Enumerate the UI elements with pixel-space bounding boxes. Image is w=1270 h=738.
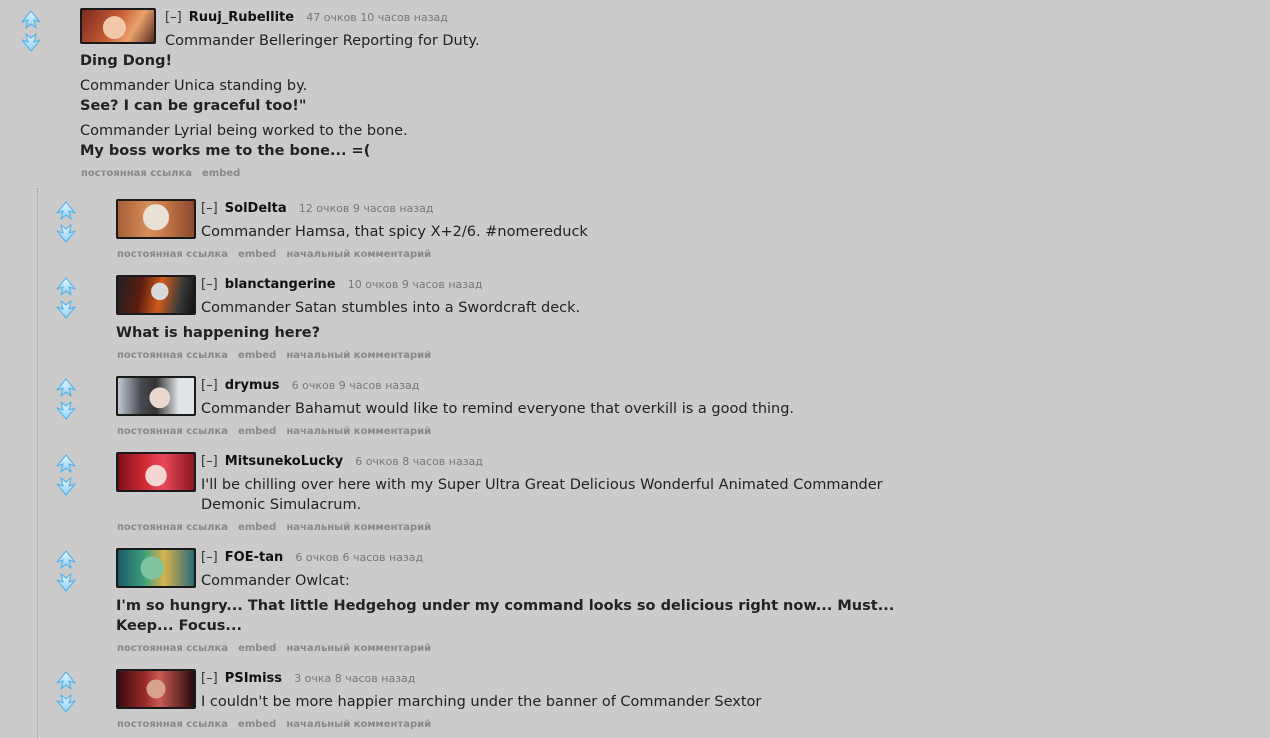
downvote-arrow-icon[interactable] (55, 476, 77, 496)
collapse-toggle[interactable]: [–] (165, 10, 182, 25)
avatar[interactable] (116, 452, 196, 492)
comment-text: What is happening here? (116, 325, 321, 341)
permalink-button[interactable]: постоянная ссылка (117, 719, 228, 730)
comment-text: Ding Dong! (80, 53, 173, 69)
author-link[interactable]: FOE-tan (225, 550, 283, 565)
parent-button[interactable]: начальный комментарий (286, 522, 431, 533)
comment-text: Commander Belleringer Reporting for Duty… (165, 33, 480, 49)
upvote-arrow-icon[interactable] (20, 10, 42, 30)
comment-text: I couldn't be more happier marching unde… (201, 694, 762, 710)
comment-text: My boss works me to the bone... =( (80, 143, 371, 159)
permalink-button[interactable]: постоянная ссылка (117, 426, 228, 437)
embed-button[interactable]: embed (238, 426, 276, 437)
comment-meta: 47 очков 10 часов назад (306, 11, 448, 24)
author-link[interactable]: PSImiss (225, 671, 282, 686)
collapse-toggle[interactable]: [–] (201, 454, 218, 469)
permalink-button[interactable]: постоянная ссылка (117, 249, 228, 260)
comment-text: Commander Lyrial being worked to the bon… (80, 123, 408, 139)
collapse-toggle[interactable]: [–] (201, 201, 218, 216)
collapse-toggle[interactable]: [–] (201, 378, 218, 393)
comment-text: I'll be chilling over here with my Super… (201, 477, 883, 513)
collapse-toggle[interactable]: [–] (201, 277, 218, 292)
comment-meta: 12 очков 9 часов назад (298, 202, 434, 215)
permalink-button[interactable]: постоянная ссылка (117, 350, 228, 361)
embed-button[interactable]: embed (238, 249, 276, 260)
embed-button[interactable]: embed (238, 522, 276, 533)
upvote-arrow-icon[interactable] (55, 378, 77, 398)
author-link[interactable]: blanctangerine (225, 277, 336, 292)
comment-meta: 6 очков 8 часов назад (355, 455, 483, 468)
downvote-arrow-icon[interactable] (55, 223, 77, 243)
avatar[interactable] (80, 8, 156, 44)
comment-meta: 10 очков 9 часов назад (347, 278, 483, 291)
avatar[interactable] (116, 548, 196, 588)
author-link[interactable]: Ruuj_Rubellite (189, 10, 294, 25)
parent-button[interactable]: начальный комментарий (286, 350, 431, 361)
downvote-arrow-icon[interactable] (20, 32, 42, 52)
permalink-button[interactable]: постоянная ссылка (117, 522, 228, 533)
downvote-arrow-icon[interactable] (55, 299, 77, 319)
comment-meta: 6 очков 6 часов назад (295, 551, 424, 564)
embed-button[interactable]: embed (238, 350, 276, 361)
author-link[interactable]: SolDelta (225, 201, 287, 216)
comment-text: See? I can be graceful too!" (80, 98, 307, 114)
comment-text: Commander Bahamut would like to remind e… (201, 401, 795, 417)
parent-button[interactable]: начальный комментарий (286, 719, 431, 730)
upvote-arrow-icon[interactable] (55, 454, 77, 474)
downvote-arrow-icon[interactable] (55, 572, 77, 592)
author-link[interactable]: drymus (225, 378, 280, 393)
upvote-arrow-icon[interactable] (55, 671, 77, 691)
embed-button[interactable]: embed (238, 719, 276, 730)
comment-text: Commander Satan stumbles into a Swordcra… (201, 300, 581, 316)
parent-button[interactable]: начальный комментарий (286, 426, 431, 437)
collapse-toggle[interactable]: [–] (201, 671, 218, 686)
comment-text: Commander Hamsa, that spicy X+2/6. #nome… (201, 224, 588, 240)
permalink-button[interactable]: постоянная ссылка (117, 643, 228, 654)
parent-button[interactable]: начальный комментарий (286, 643, 431, 654)
collapse-toggle[interactable]: [–] (201, 550, 218, 565)
avatar[interactable] (116, 199, 196, 239)
upvote-arrow-icon[interactable] (55, 201, 77, 221)
comment-meta: 6 очков 9 часов назад (291, 379, 420, 392)
author-link[interactable]: MitsunekoLucky (225, 454, 343, 469)
permalink-button[interactable]: постоянная ссылка (81, 168, 192, 179)
parent-button[interactable]: начальный комментарий (286, 249, 431, 260)
comment-text: I'm so hungry... That little Hedgehog un… (116, 598, 895, 634)
embed-button[interactable]: embed (238, 643, 276, 654)
comment-text: Commander Unica standing by. (80, 78, 308, 94)
upvote-arrow-icon[interactable] (55, 550, 77, 570)
upvote-arrow-icon[interactable] (55, 277, 77, 297)
downvote-arrow-icon[interactable] (55, 693, 77, 713)
embed-button[interactable]: embed (202, 168, 240, 179)
avatar[interactable] (116, 376, 196, 416)
comment-meta: 3 очка 8 часов назад (294, 672, 416, 685)
avatar[interactable] (116, 669, 196, 709)
comment-text: Commander Owlcat: (201, 573, 350, 589)
child-thread-line (37, 188, 38, 738)
downvote-arrow-icon[interactable] (55, 400, 77, 420)
avatar[interactable] (116, 275, 196, 315)
